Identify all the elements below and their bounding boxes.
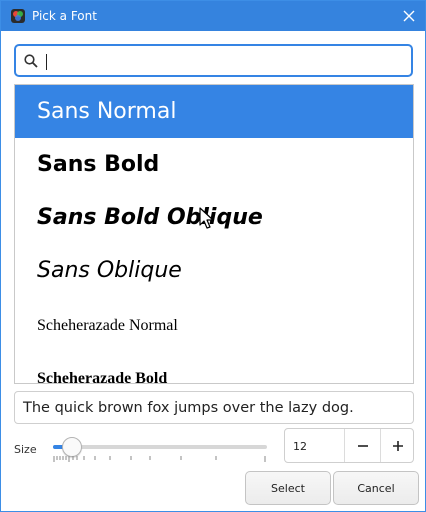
font-list-item[interactable]: Sans Bold — [15, 138, 413, 191]
minus-icon — [357, 444, 368, 447]
font-list-item[interactable]: Sans Oblique — [15, 244, 413, 297]
title-bar: Pick a Font — [1, 1, 425, 31]
slider-thumb[interactable] — [62, 437, 82, 457]
decrease-size-button[interactable] — [344, 429, 380, 462]
search-box[interactable] — [14, 44, 413, 77]
search-icon — [24, 54, 38, 68]
cancel-button[interactable]: Cancel — [333, 471, 419, 505]
cancel-button-label: Cancel — [357, 481, 395, 495]
font-list[interactable]: Sans Normal Sans Bold Sans Bold Oblique … — [14, 84, 414, 384]
preview-text[interactable]: The quick brown fox jumps over the lazy … — [14, 391, 414, 424]
size-spinbutton — [284, 428, 414, 463]
font-item-label: Sans Oblique — [37, 258, 182, 283]
font-item-label: Scheherazade Normal — [37, 316, 178, 334]
font-list-item[interactable]: Sans Normal — [15, 85, 413, 138]
search-input[interactable] — [46, 50, 406, 72]
size-label: Size — [14, 443, 37, 456]
size-value-field[interactable] — [293, 438, 343, 454]
font-list-item[interactable]: Scheherazade Normal — [15, 299, 413, 352]
font-viewer-icon — [10, 8, 26, 24]
size-slider[interactable] — [51, 431, 271, 465]
select-button[interactable]: Select — [245, 471, 331, 505]
font-chooser-dialog: Pick a Font Sans Normal Sans Bold Sans B… — [0, 0, 426, 512]
close-button[interactable] — [397, 4, 421, 28]
font-item-label: Sans Normal — [37, 99, 177, 124]
plus-icon — [392, 440, 403, 451]
font-item-label: Scheherazade Bold — [37, 369, 168, 384]
preview-sample: The quick brown fox jumps over the lazy … — [23, 399, 354, 416]
slider-trough[interactable] — [53, 445, 267, 449]
mouse-pointer-icon — [199, 207, 214, 229]
font-list-item[interactable]: Scheherazade Bold — [15, 352, 413, 384]
text-caret — [46, 54, 47, 70]
font-item-label: Sans Bold — [37, 152, 160, 177]
window-title: Pick a Font — [32, 9, 97, 23]
slider-ticks — [53, 456, 266, 462]
font-item-label: Sans Bold Oblique — [37, 205, 263, 230]
close-icon — [403, 10, 415, 22]
select-button-label: Select — [271, 481, 305, 495]
increase-size-button[interactable] — [380, 429, 414, 462]
